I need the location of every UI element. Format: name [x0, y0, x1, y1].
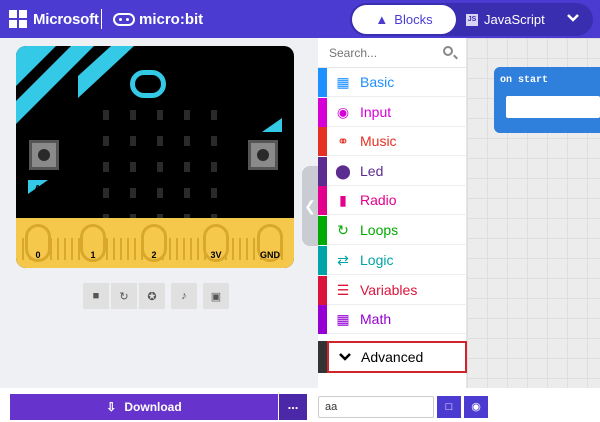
mute-icon[interactable]: ♪ — [171, 283, 197, 309]
button-b-label: B — [262, 119, 270, 130]
puzzle-icon: ▲ — [375, 12, 389, 27]
category-logic[interactable]: ⇄ Logic — [318, 245, 467, 275]
category-label: Music — [360, 133, 397, 149]
divider — [101, 9, 102, 29]
tab-javascript[interactable]: JS JavaScript — [466, 5, 560, 34]
advanced-label: Advanced — [361, 349, 424, 365]
button-a[interactable] — [29, 140, 59, 170]
category-label: Variables — [360, 282, 418, 298]
button-b[interactable] — [248, 140, 278, 170]
category-label: Loops — [360, 222, 399, 238]
category-label: Led — [360, 163, 384, 179]
fullscreen-icon[interactable]: ▣ — [203, 283, 229, 309]
category-advanced[interactable]: Advanced — [327, 341, 467, 373]
toggle-icon: ⬤ — [335, 162, 351, 179]
top-bar: Microsoft micro:bit ▲ Blocks JS JavaScri… — [0, 0, 600, 38]
search-input[interactable] — [329, 44, 439, 62]
toolbox-search — [318, 38, 467, 68]
category-label: Input — [360, 104, 392, 120]
grid-icon: ▦ — [336, 73, 350, 90]
category-label: Basic — [360, 74, 395, 90]
category-label: Radio — [360, 192, 397, 208]
project-name-input[interactable] — [318, 396, 434, 418]
category-label: Logic — [360, 252, 394, 268]
category-led[interactable]: ⬤ Led — [318, 156, 467, 186]
category-music[interactable]: ⚭ Music — [318, 126, 467, 156]
chevron-down-icon[interactable] — [566, 11, 580, 30]
product-label: micro:bit — [139, 11, 204, 28]
calculator-icon: ▦ — [336, 310, 350, 327]
category-variables[interactable]: ☰ Variables — [318, 275, 467, 305]
simulator-controls: ■ ↻ ✪ ♪ ▣ — [83, 283, 229, 309]
category-basic[interactable]: ▦ Basic — [318, 67, 467, 97]
pin-label: 3V — [210, 250, 222, 260]
pin-label: 2 — [151, 250, 157, 260]
stop-icon[interactable]: ■ — [83, 283, 109, 309]
category-radio[interactable]: ▮ Radio — [318, 185, 467, 215]
refresh-icon: ↻ — [337, 221, 349, 238]
category-label: Math — [360, 311, 392, 327]
chevron-left-icon: ❮ — [304, 197, 316, 214]
microbit-logo-icon — [113, 13, 135, 26]
toolbox: ▦ Basic ◉ Input ⚭ Music ⬤ Led ▮ Radio ↻ … — [318, 38, 467, 388]
tab-javascript-label: JavaScript — [484, 12, 545, 27]
github-icon[interactable]: ◉ — [464, 396, 488, 418]
list-icon: ☰ — [336, 281, 350, 298]
chevron-down-icon — [329, 349, 361, 365]
download-button[interactable]: ⇩ Download — [10, 394, 278, 420]
shuffle-icon: ⇄ — [337, 251, 349, 268]
pin-label: 0 — [35, 250, 41, 260]
restart-icon[interactable]: ↻ — [111, 283, 137, 309]
debug-icon[interactable]: ✪ — [139, 283, 165, 309]
pin-label: 1 — [90, 250, 96, 260]
advanced-bar — [318, 341, 327, 373]
on-start-label: on start — [500, 75, 549, 86]
tab-blocks[interactable]: ▲ Blocks — [352, 5, 456, 34]
category-math[interactable]: ▦ Math — [318, 304, 467, 334]
download-icon: ⇩ — [106, 400, 117, 414]
more-button[interactable]: ... — [279, 394, 307, 420]
save-icon[interactable]: □ — [437, 396, 461, 418]
category-input[interactable]: ◉ Input — [318, 97, 467, 127]
button-a-label: A — [34, 184, 42, 195]
input-icon: ◉ — [336, 103, 350, 120]
headphones-icon: ⚭ — [337, 132, 349, 149]
tab-blocks-label: Blocks — [394, 12, 433, 27]
download-label: Download — [124, 400, 182, 414]
microsoft-logo-icon — [9, 10, 27, 28]
search-icon[interactable] — [443, 46, 453, 56]
microbit-face-icon — [130, 70, 166, 98]
on-start-slot — [506, 96, 600, 118]
signal-icon: ▮ — [339, 191, 347, 208]
category-loops[interactable]: ↻ Loops — [318, 215, 467, 245]
led-matrix — [103, 110, 217, 224]
pin-label: GND — [260, 250, 280, 260]
javascript-icon: JS — [466, 13, 478, 26]
collapse-simulator-button[interactable]: ❮ — [302, 166, 318, 246]
brand-label: Microsoft — [33, 11, 99, 28]
